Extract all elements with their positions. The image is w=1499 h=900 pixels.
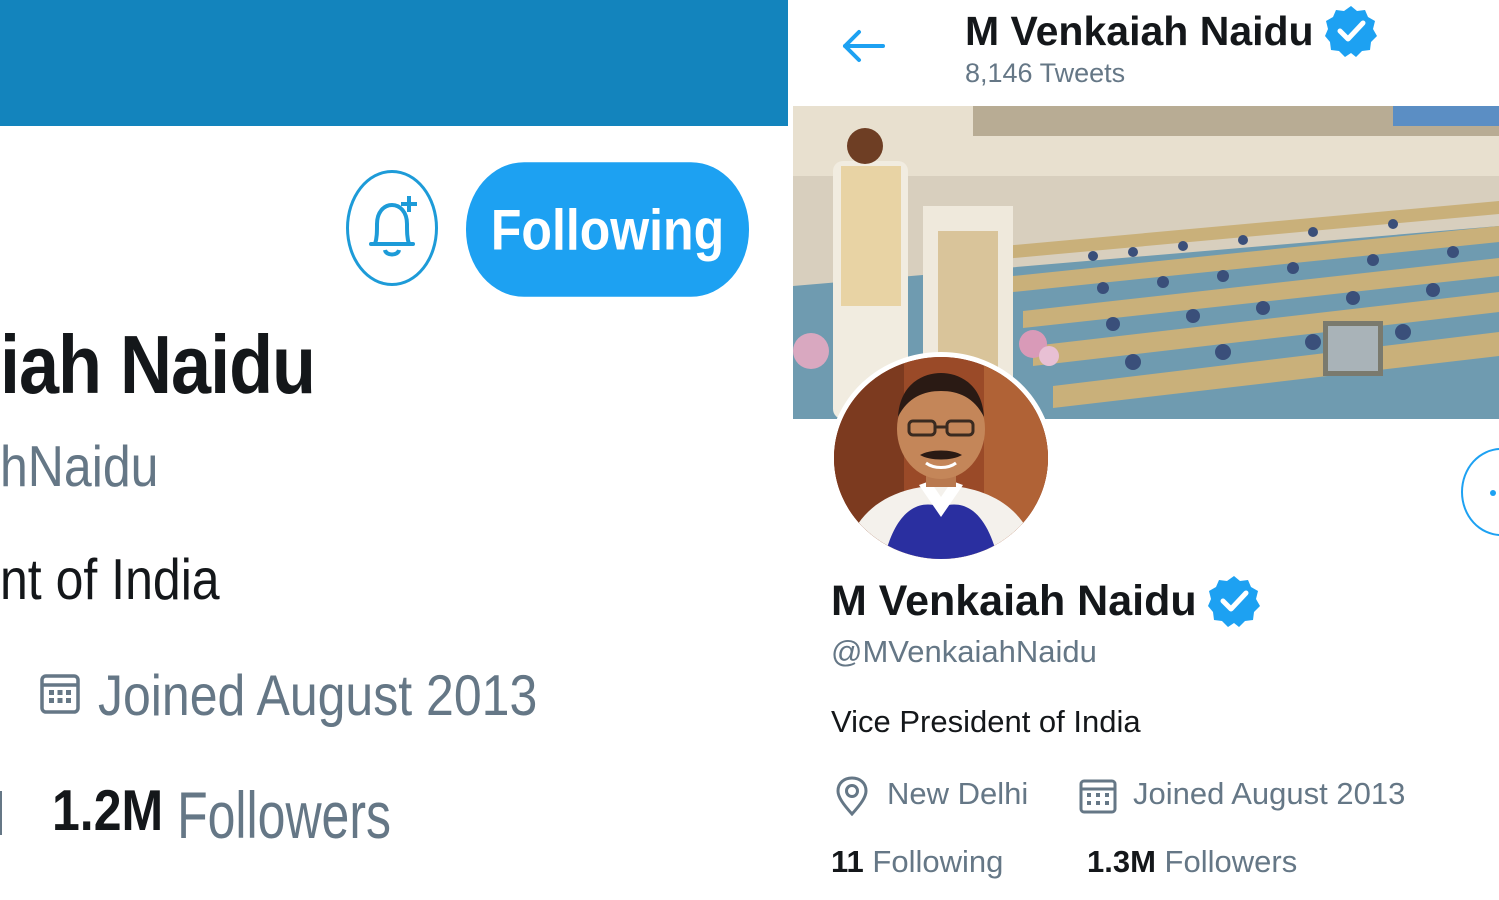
profile-avatar[interactable] — [829, 352, 1053, 564]
following-button[interactable]: Following — [466, 162, 749, 297]
old-profile-zoomed: Following iah Naidu hNaidu nt of India i… — [0, 0, 790, 900]
followers-count: 1.2M — [52, 778, 164, 843]
following-count-fragment — [0, 791, 2, 835]
more-options-icon — [1490, 490, 1496, 496]
tweet-count: 8,146 Tweets — [965, 58, 1126, 88]
following-label: Following — [872, 844, 1004, 879]
avatar-photo — [834, 357, 1048, 559]
bell-plus-icon — [369, 196, 417, 257]
profile-location: New Delhi — [887, 776, 1029, 811]
following-count: 11 — [831, 844, 864, 879]
calendar-icon — [1079, 779, 1117, 814]
new-profile: M Venkaiah Naidu 8,146 Tweets M Venkaiah… — [793, 0, 1499, 900]
following-button-label: Following — [490, 197, 725, 262]
header-name: M Venkaiah Naidu — [965, 7, 1314, 54]
profile-name: M Venkaiah Naidu — [831, 574, 1261, 628]
profile-banner — [0, 0, 790, 126]
verified-badge-icon — [1324, 6, 1377, 57]
profile-name-text: M Venkaiah Naidu — [831, 576, 1197, 625]
back-arrow-icon[interactable] — [841, 28, 885, 64]
profile-handle-fragment: hNaidu — [0, 434, 159, 499]
profile-handle: @MVenkaiahNaidu — [831, 634, 1097, 669]
profile-name-fragment: iah Naidu — [0, 319, 316, 412]
calendar-icon — [40, 674, 80, 714]
followers-label: Followers — [177, 778, 392, 853]
verified-badge-icon — [1207, 576, 1260, 627]
location-pin-icon — [836, 776, 868, 816]
following-stat[interactable]: 11 Following — [831, 844, 1003, 880]
followers-label: Followers — [1164, 844, 1298, 879]
profile-bio: Vice President of India — [831, 704, 1141, 739]
notifications-button[interactable] — [346, 170, 438, 286]
followers-count: 1.3M — [1087, 844, 1156, 879]
followers-stat[interactable]: 1.2M Followers — [52, 777, 391, 852]
more-options-button[interactable] — [1461, 448, 1499, 536]
profile-bio-fragment: nt of India — [0, 547, 220, 612]
header-title: M Venkaiah Naidu — [965, 4, 1378, 58]
joined-date: Joined August 2013 — [98, 663, 538, 728]
profile-joined: Joined August 2013 — [1133, 776, 1406, 811]
followers-stat[interactable]: 1.3M Followers — [1087, 844, 1297, 880]
